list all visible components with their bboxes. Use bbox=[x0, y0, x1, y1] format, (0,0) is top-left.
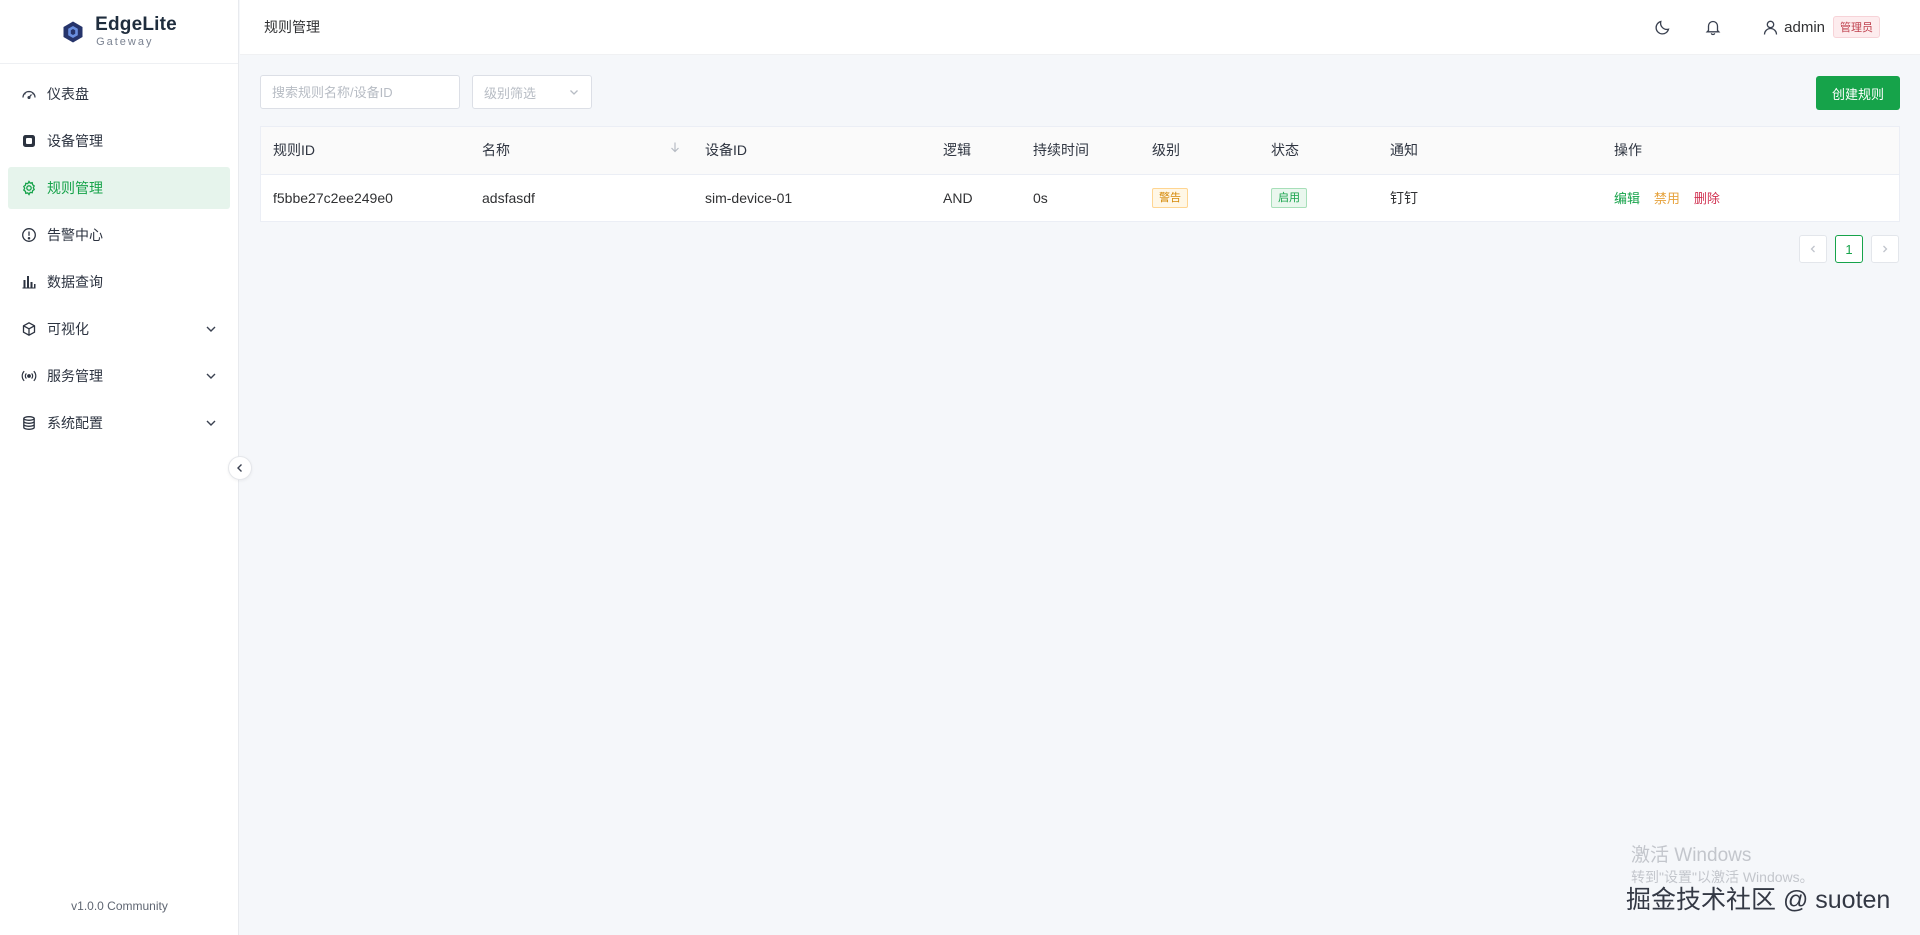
column-header-level: 级别 bbox=[1140, 127, 1259, 175]
pagination: 1 bbox=[1799, 235, 1899, 263]
column-header-notify: 通知 bbox=[1378, 127, 1602, 175]
sidebar-item-devices[interactable]: 设备管理 bbox=[8, 120, 230, 162]
sidebar-item-rules[interactable]: 规则管理 bbox=[8, 167, 230, 209]
bell-icon[interactable] bbox=[1704, 18, 1722, 36]
disable-link[interactable]: 禁用 bbox=[1654, 191, 1680, 206]
version-label: v1.0.0 Community bbox=[71, 899, 168, 913]
database-icon bbox=[21, 415, 37, 431]
sidebar: EdgeLite Gateway 仪表盘 设备管理 规则管理 告警中心 数据查询… bbox=[0, 0, 239, 935]
page-title: 规则管理 bbox=[264, 19, 320, 35]
sidebar-item-label: 可视化 bbox=[47, 321, 89, 337]
brand-subtitle: Gateway bbox=[96, 36, 154, 48]
delete-link[interactable]: 删除 bbox=[1694, 191, 1720, 206]
sidebar-collapse-button[interactable] bbox=[228, 456, 252, 480]
cell-name: adsfasdf bbox=[482, 189, 535, 206]
sidebar-item-data-query[interactable]: 数据查询 bbox=[8, 261, 230, 303]
status-tag: 启用 bbox=[1271, 187, 1307, 208]
column-header-rule-id: 规则ID bbox=[261, 127, 470, 175]
sidebar-item-label: 数据查询 bbox=[47, 274, 103, 290]
user-name: admin bbox=[1784, 18, 1825, 36]
sidebar-item-label: 告警中心 bbox=[47, 227, 103, 243]
cell-level: 警告 bbox=[1140, 174, 1259, 221]
rules-table: 规则ID 名称 设备ID 逻辑 持续时间 级别 状态 通知 操作 f5bbe27… bbox=[260, 126, 1900, 222]
chevron-left-icon bbox=[234, 462, 246, 474]
sidebar-item-label: 服务管理 bbox=[47, 368, 103, 384]
sidebar-item-label: 仪表盘 bbox=[47, 86, 89, 102]
header-actions: admin 管理员 bbox=[1622, 16, 1880, 38]
cube-icon bbox=[21, 321, 37, 337]
user-menu[interactable]: admin 管理员 bbox=[1762, 16, 1880, 38]
search-input[interactable] bbox=[260, 75, 460, 109]
sidebar-item-services[interactable]: 服务管理 bbox=[8, 355, 230, 397]
gear-icon bbox=[21, 180, 37, 196]
sidebar-item-system-config[interactable]: 系统配置 bbox=[8, 402, 230, 444]
column-header-status: 状态 bbox=[1259, 127, 1378, 175]
brand-name: EdgeLite bbox=[95, 14, 177, 35]
sidebar-menu: 仪表盘 设备管理 规则管理 告警中心 数据查询 可视化 服务管理 系统配置 bbox=[0, 64, 238, 444]
brand[interactable]: EdgeLite Gateway bbox=[0, 0, 238, 64]
alert-circle-icon bbox=[21, 227, 37, 243]
cell-logic: AND bbox=[943, 189, 973, 206]
chevron-left-icon bbox=[1808, 244, 1818, 254]
community-watermark: 掘金技术社区 @ suoten bbox=[1626, 886, 1891, 914]
cell-notify: 钉钉 bbox=[1390, 189, 1418, 206]
page-number-button[interactable]: 1 bbox=[1835, 235, 1863, 263]
sidebar-item-label: 设备管理 bbox=[47, 133, 103, 149]
chip-icon bbox=[21, 133, 37, 149]
chevron-down-icon bbox=[204, 416, 218, 430]
cell-actions: 编辑 禁用 删除 bbox=[1602, 174, 1899, 221]
level-tag: 警告 bbox=[1152, 187, 1188, 208]
top-header: 规则管理 admin 管理员 bbox=[240, 0, 1920, 55]
dashboard-icon bbox=[21, 86, 37, 102]
chevron-down-icon bbox=[204, 369, 218, 383]
windows-activation-title: 激活 Windows bbox=[1631, 845, 1752, 866]
sidebar-item-alerts[interactable]: 告警中心 bbox=[8, 214, 230, 256]
level-filter-select[interactable]: 级别筛选 bbox=[472, 75, 592, 109]
level-filter-placeholder: 级别筛选 bbox=[484, 85, 537, 101]
chevron-down-icon bbox=[568, 86, 580, 98]
user-icon bbox=[1762, 19, 1779, 36]
moon-icon[interactable] bbox=[1654, 18, 1672, 36]
cell-status: 启用 bbox=[1259, 174, 1378, 221]
sidebar-item-visualization[interactable]: 可视化 bbox=[8, 308, 230, 350]
next-page-button[interactable] bbox=[1871, 235, 1899, 263]
cell-device-id: sim-device-01 bbox=[705, 189, 793, 206]
column-header-logic: 逻辑 bbox=[931, 127, 1021, 175]
bar-chart-icon bbox=[21, 274, 37, 290]
role-badge: 管理员 bbox=[1833, 16, 1880, 38]
cell-rule-id: f5bbe27c2ee249e0 bbox=[273, 189, 393, 206]
chevron-right-icon bbox=[1880, 244, 1890, 254]
table-row: f5bbe27c2ee249e0 adsfasdf sim-device-01 … bbox=[261, 174, 1899, 221]
column-header-device-id: 设备ID bbox=[693, 127, 931, 175]
column-header-label: 名称 bbox=[482, 142, 510, 159]
column-header-name[interactable]: 名称 bbox=[470, 127, 693, 175]
prev-page-button[interactable] bbox=[1799, 235, 1827, 263]
broadcast-icon bbox=[21, 368, 37, 384]
sidebar-item-dashboard[interactable]: 仪表盘 bbox=[8, 73, 230, 115]
chevron-down-icon bbox=[204, 322, 218, 336]
table-header-row: 规则ID 名称 设备ID 逻辑 持续时间 级别 状态 通知 操作 bbox=[261, 127, 1899, 175]
column-header-actions: 操作 bbox=[1602, 127, 1899, 175]
create-rule-button[interactable]: 创建规则 bbox=[1816, 76, 1900, 110]
sidebar-item-label: 系统配置 bbox=[47, 415, 103, 431]
hexagon-logo-icon bbox=[61, 20, 85, 44]
edit-link[interactable]: 编辑 bbox=[1614, 191, 1640, 206]
sidebar-item-label: 规则管理 bbox=[47, 180, 103, 196]
sort-arrow-down-icon[interactable] bbox=[669, 140, 681, 153]
cell-duration: 0s bbox=[1033, 189, 1048, 206]
column-header-duration: 持续时间 bbox=[1021, 127, 1140, 175]
